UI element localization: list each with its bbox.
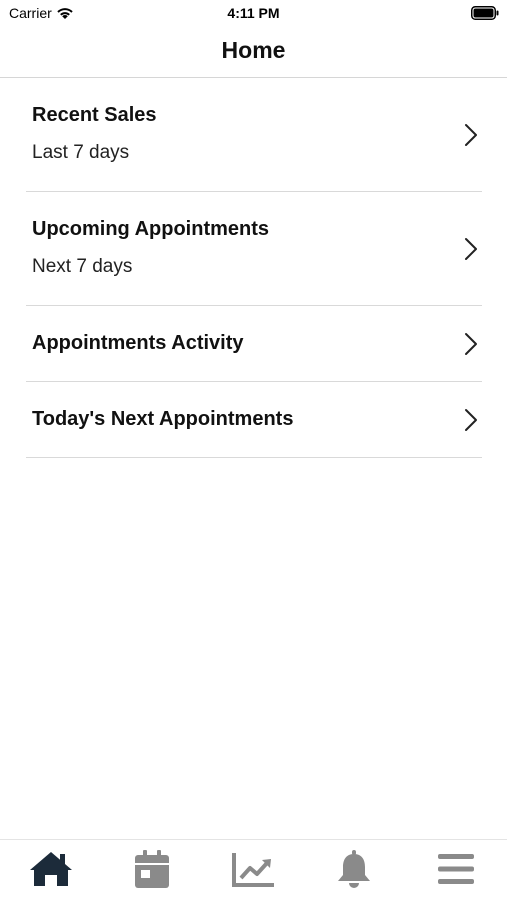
- chevron-right-icon: [465, 124, 477, 146]
- page-title: Home: [221, 37, 286, 63]
- tab-calendar[interactable]: [127, 848, 177, 890]
- row-todays-next-appointments[interactable]: Today's Next Appointments: [26, 382, 482, 458]
- status-bar: Carrier 4:11 PM: [0, 0, 507, 28]
- chevron-right-icon: [465, 409, 477, 431]
- tab-menu[interactable]: [431, 848, 481, 890]
- home-screen: Carrier 4:11 PM Home Recent Sales Last 7…: [0, 0, 507, 900]
- chevron-right-icon: [465, 238, 477, 260]
- row-title: Appointments Activity: [32, 332, 244, 354]
- dashboard-list: Recent Sales Last 7 days Upcoming Appoin…: [26, 78, 482, 458]
- row-subtitle: Last 7 days: [32, 142, 130, 163]
- tab-home[interactable]: [26, 848, 76, 890]
- row-appointments-activity[interactable]: Appointments Activity: [26, 306, 482, 382]
- chevron-right-icon: [465, 333, 477, 355]
- tab-reports[interactable]: [229, 848, 279, 890]
- tab-bar: [0, 839, 507, 900]
- calendar-icon: [135, 850, 169, 888]
- home-icon: [30, 852, 72, 886]
- battery-icon: [471, 6, 499, 20]
- bell-icon: [338, 850, 370, 888]
- row-upcoming-appointments[interactable]: Upcoming Appointments Next 7 days: [26, 192, 482, 306]
- navigation-bar: Home: [0, 28, 507, 78]
- row-recent-sales[interactable]: Recent Sales Last 7 days: [26, 78, 482, 192]
- row-subtitle: Next 7 days: [32, 256, 133, 277]
- row-title: Recent Sales: [32, 104, 157, 126]
- row-title: Upcoming Appointments: [32, 218, 270, 240]
- tab-notifications[interactable]: [329, 848, 379, 890]
- status-time: 4:11 PM: [227, 5, 280, 21]
- chart-trend-icon: [232, 853, 274, 887]
- menu-icon: [438, 854, 474, 884]
- row-title: Today's Next Appointments: [32, 408, 294, 430]
